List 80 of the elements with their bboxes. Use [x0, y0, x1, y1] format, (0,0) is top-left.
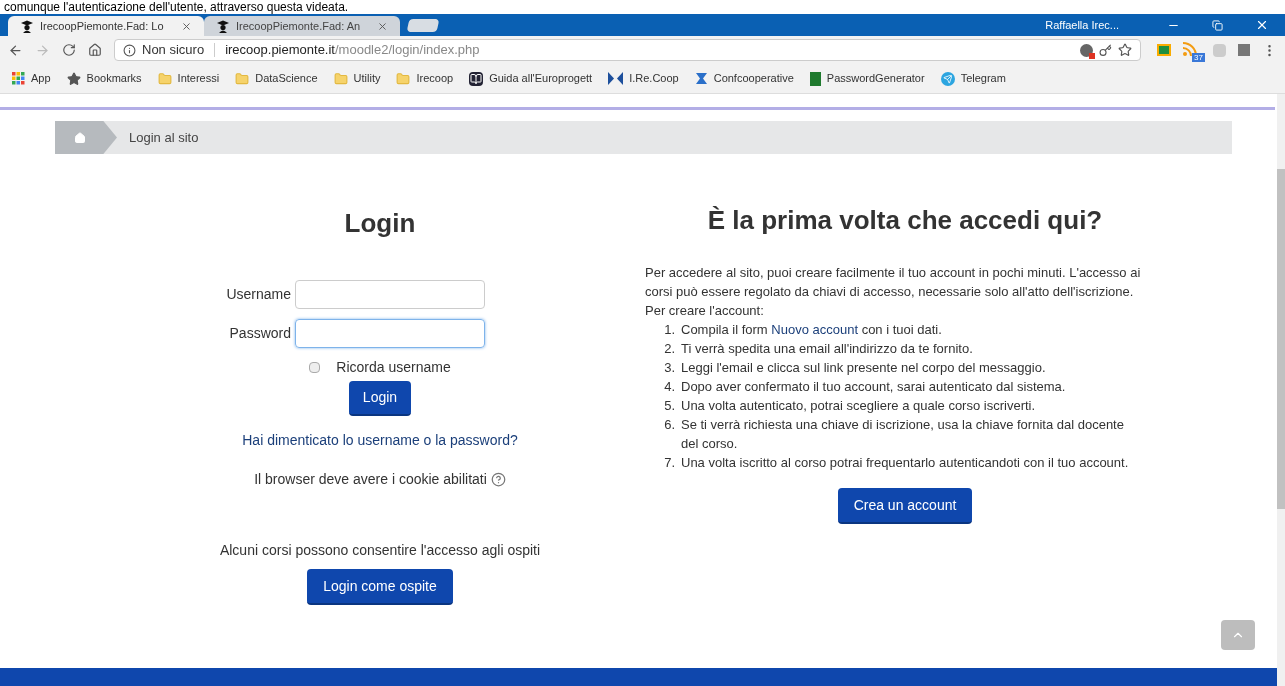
translate-icon[interactable]	[1080, 43, 1093, 57]
star-icon	[66, 71, 81, 86]
folder-icon	[333, 71, 348, 86]
create-account-button[interactable]: Crea un account	[837, 488, 973, 524]
tab-title: IrecoopPiemonte.Fad: An	[236, 18, 362, 34]
telegram-icon	[940, 71, 955, 86]
close-icon[interactable]	[377, 20, 388, 32]
scrollbar[interactable]	[1277, 94, 1285, 686]
step-text: Dopo aver confermato il tuo account, sarai autenticato dal sistema.	[681, 378, 1067, 396]
security-label: Non sicuro	[142, 41, 205, 60]
step-number: 5.	[663, 397, 675, 415]
logo-icon	[608, 72, 624, 85]
login-button[interactable]: Login	[348, 381, 412, 416]
cookies-note: Il browser deve avere i cookie abilitati	[254, 470, 487, 489]
close-icon[interactable]	[1255, 18, 1269, 32]
step-number: 2.	[663, 340, 675, 358]
step-text: Ti verrà spedita una email all'indirizzo da te fornito.	[681, 340, 974, 358]
remember-checkbox[interactable]	[309, 362, 321, 373]
signup-intro: Per accedere al sito, puoi creare facilmente il tuo account in pochi minuti. L'accesso ai corsi può essere regolato da chiavi di accesso, necessarie solo all'atto dell'iscrizione. Per creare l'account:	[645, 264, 1142, 320]
bookmark-link[interactable]: Telegram	[960, 70, 1006, 87]
folder-icon	[235, 71, 250, 86]
restore-icon[interactable]	[1212, 19, 1223, 31]
password-field[interactable]	[295, 319, 485, 348]
step-number: 1.	[663, 321, 675, 339]
home-icon[interactable]	[88, 43, 102, 57]
bookmark-link[interactable]: Bookmarks	[86, 70, 142, 87]
breadcrumb-item[interactable]: Login al sito	[129, 127, 199, 148]
bookmark-star-icon[interactable]	[1118, 43, 1132, 57]
forgot-password-link[interactable]: Hai dimenticato lo username o la password?	[242, 430, 518, 451]
step-number: 6.	[663, 416, 675, 434]
bookmark-link[interactable]: Interessi	[177, 70, 220, 87]
book-icon	[469, 71, 484, 86]
remember-label: Ricorda username	[336, 358, 451, 377]
bookmark-link[interactable]: App	[31, 70, 51, 87]
step-number: 7.	[663, 454, 675, 472]
extension-badge: 37	[1192, 53, 1205, 62]
profile-name[interactable]: Raffaella Irec...	[1045, 16, 1119, 34]
guest-login-button[interactable]: Login come ospite	[307, 569, 453, 605]
document-caption: comunque l'autenticazione dell'utente, attraverso questa videata.	[3, 0, 349, 14]
browser-tab[interactable]: IrecoopPiemonte.Fad: Lo	[8, 16, 204, 36]
guest-note: Alcuni corsi possono consentire l'accesso agli ospiti	[219, 541, 541, 560]
step-text: Compila il form Nuovo account con i tuoi dati.	[681, 321, 943, 339]
folder-icon	[157, 71, 172, 86]
signup-heading: È la prima volta che accedi qui?	[706, 204, 1104, 236]
field-label: Username	[226, 285, 291, 304]
step-number: 3.	[663, 359, 675, 377]
logo-icon	[694, 72, 708, 85]
graduation-cap-icon	[216, 19, 230, 33]
step-text: Una volta iscritto al corso potrai frequentarlo autenticandoti con il tuo account.	[681, 454, 1130, 472]
apps-grid-icon	[12, 72, 25, 85]
step-text: Leggi l'email e clicca sul link presente nel corpo del messaggio.	[681, 359, 1047, 377]
bookmark-link[interactable]: PasswordGenerator	[826, 70, 925, 87]
reload-icon[interactable]	[62, 43, 76, 57]
login-heading: Login	[344, 207, 416, 240]
bookmark-link[interactable]: I.Re.Coop	[629, 70, 679, 87]
url-text: irecoop.piemonte.it/moodle2/login/index.php	[225, 41, 480, 60]
username-field[interactable]	[295, 280, 485, 309]
tab-title: IrecoopPiemonte.Fad: Lo	[40, 18, 165, 34]
step-text: Una volta autenticato, potrai scegliere a quale corso iscriverti.	[681, 397, 1037, 415]
field-label: Password	[229, 324, 291, 343]
new-tab-button[interactable]	[406, 19, 440, 32]
bookmark-link[interactable]: DataScience	[255, 70, 318, 87]
bookmark-link[interactable]: Confcooperative	[713, 70, 794, 87]
new-account-link[interactable]: Nuovo account	[771, 322, 859, 337]
graduation-cap-icon	[20, 19, 34, 33]
address-bar[interactable]: Non sicuro irecoop.piemonte.it/moodle2/login/index.php	[114, 39, 1141, 61]
bookmark-link[interactable]: Guida all'Europrogett	[489, 70, 593, 87]
browser-tab[interactable]: IrecoopPiemonte.Fad: An	[204, 16, 400, 36]
bookmark-link[interactable]: Irecoop	[416, 70, 454, 87]
keyhole-icon	[809, 71, 821, 86]
key-icon[interactable]	[1099, 43, 1112, 57]
bookmark-link[interactable]: Utility	[353, 70, 381, 87]
step-number: 4.	[663, 378, 675, 396]
home-icon	[74, 131, 86, 144]
folder-icon	[396, 71, 411, 86]
step-text: Se ti verrà richiesta una chiave di iscrizione, usa la chiave fornita dal docente del corso.	[681, 416, 1125, 453]
help-icon[interactable]	[490, 472, 506, 487]
info-icon	[123, 43, 136, 57]
back-icon[interactable]	[8, 42, 23, 58]
close-icon[interactable]	[181, 20, 192, 32]
